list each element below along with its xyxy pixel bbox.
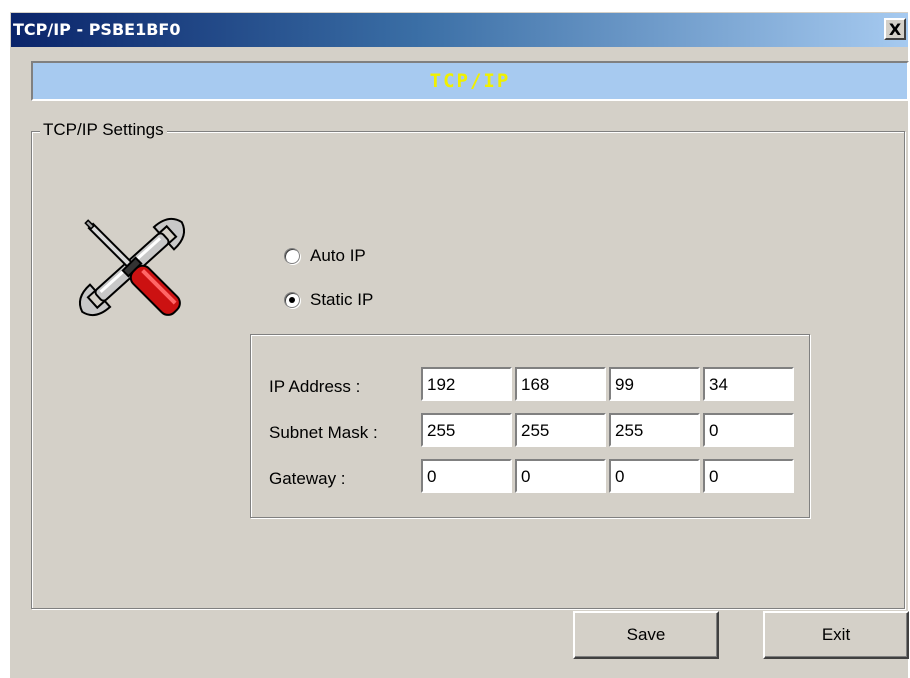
auto-ip-radio[interactable]: [284, 248, 300, 264]
gateway-octet-3[interactable]: 0: [609, 459, 700, 493]
static-ip-radio[interactable]: [284, 292, 300, 308]
tools-icon: [78, 217, 186, 317]
gateway-octet-4[interactable]: 0: [703, 459, 794, 493]
close-icon: X: [888, 19, 902, 39]
section-banner: TCP/IP: [31, 61, 909, 101]
subnet-mask-label: Subnet Mask :: [269, 423, 378, 442]
ip-config-panel: IP Address : 192 168 99 34 Subnet Mask :…: [250, 334, 810, 518]
ip-address-octet-4[interactable]: 34: [703, 367, 794, 401]
ip-address-octet-2[interactable]: 168: [515, 367, 606, 401]
ip-address-octet-1[interactable]: 192: [421, 367, 512, 401]
window-title: TCP/IP - PSBE1BF0: [13, 20, 181, 39]
auto-ip-option[interactable]: Auto IP: [284, 246, 366, 266]
subnet-mask-octet-3[interactable]: 255: [609, 413, 700, 447]
subnet-mask-octet-1[interactable]: 255: [421, 413, 512, 447]
auto-ip-label: Auto IP: [310, 246, 366, 265]
title-bar[interactable]: TCP/IP - PSBE1BF0 X: [11, 13, 908, 47]
exit-button[interactable]: Exit: [763, 611, 909, 659]
ip-address-label: IP Address :: [269, 377, 361, 396]
gateway-octet-2[interactable]: 0: [515, 459, 606, 493]
static-ip-option[interactable]: Static IP: [284, 290, 373, 310]
gateway-octet-1[interactable]: 0: [421, 459, 512, 493]
gateway-label: Gateway :: [269, 469, 346, 488]
tcpip-settings-group: TCP/IP Settings Auto IP Static IP IP Add…: [31, 120, 905, 609]
subnet-mask-octet-2[interactable]: 255: [515, 413, 606, 447]
banner-title: TCP/IP: [429, 70, 511, 92]
group-legend: TCP/IP Settings: [40, 120, 167, 140]
tcpip-dialog: TCP/IP - PSBE1BF0 X TCP/IP TCP/IP Settin…: [10, 12, 909, 678]
ip-address-octet-3[interactable]: 99: [609, 367, 700, 401]
close-button[interactable]: X: [884, 18, 906, 40]
save-button[interactable]: Save: [573, 611, 719, 659]
subnet-mask-octet-4[interactable]: 0: [703, 413, 794, 447]
static-ip-label: Static IP: [310, 290, 374, 309]
